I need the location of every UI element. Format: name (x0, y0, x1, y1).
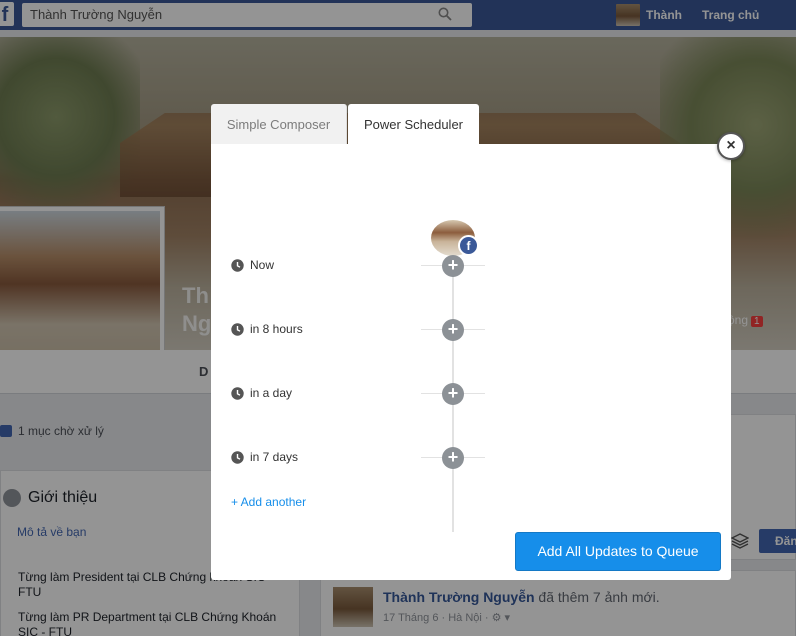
buffer-composer-dialog: Simple Composer Power Scheduler × f Now … (211, 104, 745, 580)
clock-icon (231, 259, 244, 272)
schedule-slot: in a day + (211, 382, 731, 406)
schedule-slot-label: in a day (250, 386, 293, 400)
add-another-link[interactable]: + Add another (231, 495, 306, 509)
schedule-slot-label: Now (250, 258, 275, 272)
plus-icon[interactable]: + (442, 383, 464, 405)
clock-icon (231, 323, 244, 336)
plus-icon[interactable]: + (442, 319, 464, 341)
schedule-slot-label: in 8 hours (250, 322, 303, 336)
schedule-slot: in 7 days + (211, 446, 731, 470)
tab-simple-composer[interactable]: Simple Composer (211, 104, 347, 144)
facebook-icon: f (458, 235, 479, 256)
plus-icon[interactable]: + (442, 255, 464, 277)
tab-power-scheduler[interactable]: Power Scheduler (348, 104, 479, 144)
plus-icon[interactable]: + (442, 447, 464, 469)
close-icon[interactable]: × (717, 132, 745, 160)
power-scheduler-panel: f Now + in 8 hours + in a day + in 7 day… (211, 144, 731, 580)
schedule-slot: Now + (211, 254, 731, 278)
add-all-to-queue-button[interactable]: Add All Updates to Queue (515, 532, 721, 571)
clock-icon (231, 451, 244, 464)
schedule-slot: in 8 hours + (211, 318, 731, 342)
clock-icon (231, 387, 244, 400)
schedule-slot-label: in 7 days (250, 450, 299, 464)
